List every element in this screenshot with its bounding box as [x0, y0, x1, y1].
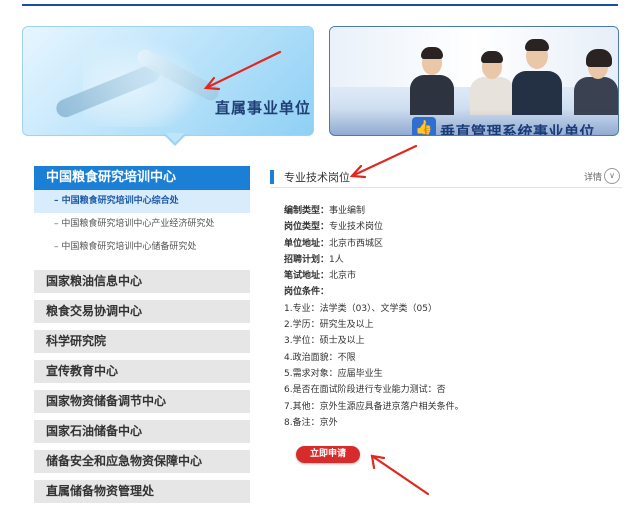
banner-vertical-units[interactable]: 👍 垂直管理系统事业单位 [329, 26, 619, 136]
person-hair [586, 49, 612, 67]
detail-row: 招聘计划：1人 [284, 254, 344, 265]
condition-row: 5.需求对象：应届毕业生 [284, 368, 383, 379]
sidebar-item[interactable]: 粮食交易协调中心 [34, 300, 250, 323]
detail-row: 岗位条件： [284, 287, 330, 298]
banner-vertical-units-title: 垂直管理系统事业单位 [440, 123, 596, 136]
arrow-to-apply-button [370, 454, 430, 496]
banner-notch-inner [165, 133, 185, 143]
condition-row: 3.学位：硕士及以上 [284, 336, 365, 347]
condition-row: 4.政治面貌：不限 [284, 352, 356, 363]
top-divider [22, 4, 618, 6]
condition-row: 1.专业：法学类（03）、文学类（05） [284, 303, 437, 314]
details-link[interactable]: 详情 [584, 170, 602, 183]
detail-row: 岗位类型：专业技术岗位 [284, 222, 384, 233]
job-details: 编制类型：事业编制 岗位类型：专业技术岗位 单位地址：北京市西城区 招聘计划：1… [284, 203, 464, 431]
sidebar-item[interactable]: 国家石油储备中心 [34, 420, 250, 443]
person-hair [525, 39, 549, 51]
sidebar-sub-list: – 中国粮食研究培训中心综合处 – 中国粮食研究培训中心产业经济研究处 – 中国… [34, 190, 250, 259]
sidebar-sub-item[interactable]: – 中国粮食研究培训中心综合处 [34, 190, 250, 213]
sidebar-item-active[interactable]: 中国粮食研究培训中心 [34, 166, 250, 190]
chevron-down-icon[interactable]: ∨ [604, 168, 620, 184]
detail-row: 笔试地址：北京市 [284, 271, 357, 282]
header-accent-bar [270, 170, 274, 184]
job-header: 专业技术岗位 详情 ∨ [270, 166, 622, 188]
sidebar-item[interactable]: 储备安全和应急物资保障中心 [34, 450, 250, 473]
sidebar-sub-item[interactable]: – 中国粮食研究培训中心产业经济研究处 [34, 213, 250, 236]
detail-row: 单位地址：北京市西城区 [284, 238, 384, 249]
sidebar-sub-item[interactable]: – 中国粮食研究培训中心储备研究处 [34, 236, 250, 259]
office-background [330, 27, 618, 87]
arrowhead [370, 454, 386, 470]
sidebar-item[interactable]: 宣传教育中心 [34, 360, 250, 383]
sidebar-item[interactable]: 科学研究院 [34, 330, 250, 353]
sidebar-item[interactable]: 直属储备物资管理处 [34, 480, 250, 503]
job-title: 专业技术岗位 [284, 171, 350, 184]
banner-direct-units-title: 直属事业单位 [215, 99, 312, 117]
sidebar-item[interactable]: 国家粮油信息中心 [34, 270, 250, 293]
person-hair [421, 47, 443, 59]
sidebar: 中国粮食研究培训中心 – 中国粮食研究培训中心综合处 – 中国粮食研究培训中心产… [34, 166, 250, 259]
person-hair [481, 51, 503, 63]
apply-button[interactable]: 立即申请 [296, 446, 360, 463]
thumbs-up-icon: 👍 [412, 117, 436, 135]
sidebar-item[interactable]: 国家物资储备调节中心 [34, 390, 250, 413]
banner-direct-units[interactable]: 直属事业单位 [22, 26, 314, 136]
detail-row: 编制类型：事业编制 [284, 206, 366, 216]
condition-row: 8.备注：京外 [284, 417, 338, 428]
condition-row: 2.学历：研究生及以上 [284, 320, 374, 331]
condition-row: 7.其他：京外生源应具备进京落户相关条件。 [284, 401, 464, 412]
condition-row: 6.是否在面试阶段进行专业能力测试：否 [284, 385, 446, 396]
